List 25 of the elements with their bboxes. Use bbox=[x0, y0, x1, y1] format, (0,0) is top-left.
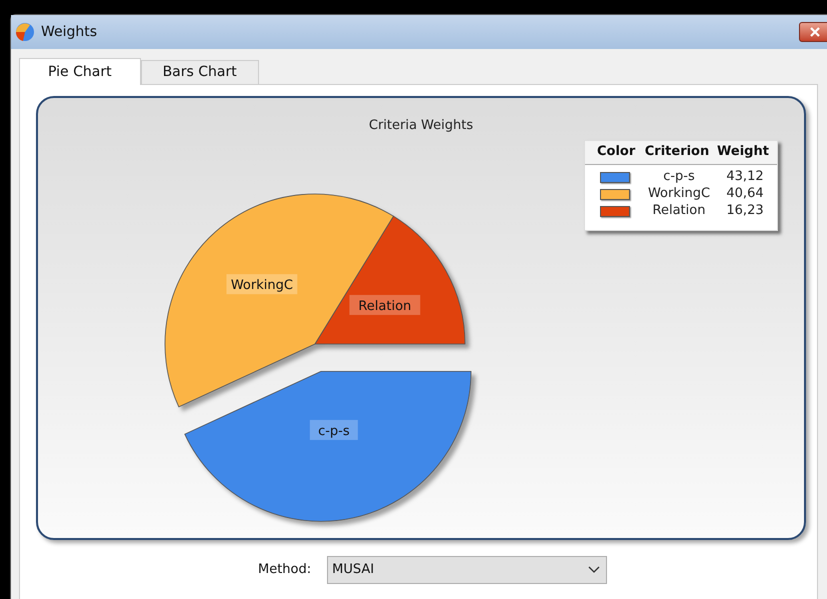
slice-label: c-p-s bbox=[318, 423, 350, 438]
legend-criterion: c-p-s bbox=[662, 168, 696, 186]
legend-weight: 16,23 bbox=[725, 202, 765, 220]
legend-criterion: Relation bbox=[652, 202, 706, 220]
slice-label: WorkingC bbox=[226, 274, 298, 294]
window-title: Weights bbox=[41, 22, 98, 42]
legend-header: Color bbox=[596, 143, 636, 162]
close-icon bbox=[810, 27, 820, 37]
legend-header: Criterion bbox=[644, 143, 710, 162]
app-icon bbox=[15, 22, 35, 42]
chevron-down-icon bbox=[588, 566, 600, 574]
method-label: Method: bbox=[258, 561, 312, 580]
slice-label: Relation bbox=[349, 294, 420, 314]
chart-title: Criteria Weights bbox=[368, 117, 474, 135]
tab[interactable]: Bars Chart bbox=[140, 60, 259, 84]
slice-label: Relation bbox=[358, 298, 412, 314]
legend-weight: 40,64 bbox=[725, 185, 765, 204]
close-button[interactable] bbox=[799, 22, 827, 42]
tab[interactable]: Pie Chart bbox=[19, 58, 141, 85]
legend-weight: 43,12 bbox=[725, 168, 765, 186]
legend-header: Weight bbox=[716, 143, 770, 162]
legend-criterion: WorkingC bbox=[646, 185, 712, 204]
method-dropdown[interactable]: MUSAI bbox=[327, 556, 608, 584]
slice-label: c-p-s bbox=[310, 419, 358, 440]
slice-label: WorkingC bbox=[230, 278, 293, 293]
